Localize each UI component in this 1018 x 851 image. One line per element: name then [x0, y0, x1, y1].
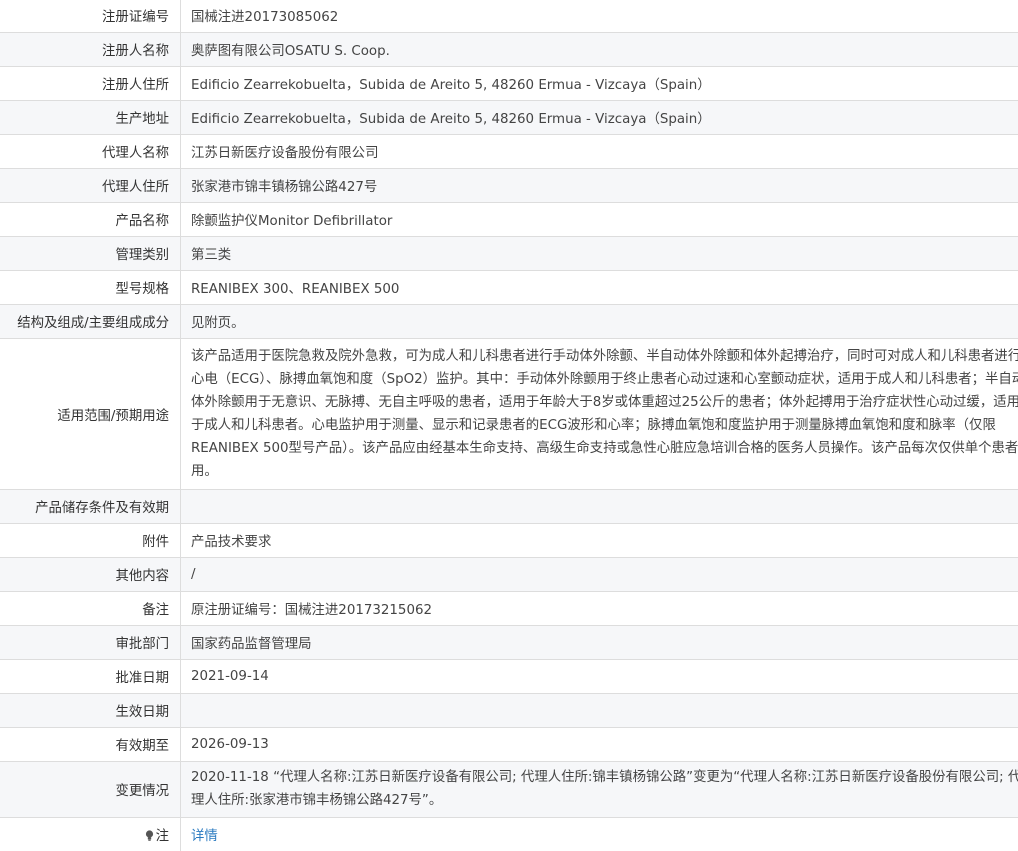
field-value: / — [181, 557, 1018, 591]
field-value: 除颤监护仪Monitor Defibrillator — [181, 202, 1018, 236]
table-row: 代理人住所 张家港市锦丰镇杨锦公路427号 — [0, 168, 1018, 202]
field-label: 产品名称 — [0, 202, 181, 236]
field-value: 2026-09-13 — [181, 727, 1018, 761]
field-value: 国械注进20173085062 — [181, 0, 1018, 32]
registration-detail-table: 注册证编号 国械注进20173085062 注册人名称 奥萨图有限公司OSATU… — [0, 0, 1018, 851]
table-row: 代理人名称 江苏日新医疗设备股份有限公司 — [0, 134, 1018, 168]
table-row: 附件 产品技术要求 — [0, 523, 1018, 557]
table-row: 变更情况 2020-11-18 “代理人名称:江苏日新医疗设备有限公司; 代理人… — [0, 761, 1018, 817]
field-label: 其他内容 — [0, 557, 181, 591]
field-label: 结构及组成/主要组成成分 — [0, 304, 181, 338]
note-value-cell: 详情 — [181, 817, 1018, 851]
table-row: 注册人住所 Edificio Zearrekobuelta，Subida de … — [0, 66, 1018, 100]
table-row: 生产地址 Edificio Zearrekobuelta，Subida de A… — [0, 100, 1018, 134]
table-row: 注册证编号 国械注进20173085062 — [0, 0, 1018, 32]
field-value: 产品技术要求 — [181, 523, 1018, 557]
field-value — [181, 489, 1018, 523]
lightbulb-icon — [145, 830, 154, 841]
note-label: 注 — [156, 829, 169, 844]
field-value — [181, 693, 1018, 727]
field-value: 江苏日新医疗设备股份有限公司 — [181, 134, 1018, 168]
table-row: 审批部门 国家药品监督管理局 — [0, 625, 1018, 659]
note-row: 注 详情 — [0, 817, 1018, 851]
field-value: 该产品适用于医院急救及院外急救，可为成人和儿科患者进行手动体外除颤、半自动体外除… — [181, 338, 1018, 489]
field-label: 注册人住所 — [0, 66, 181, 100]
field-value: 国家药品监督管理局 — [181, 625, 1018, 659]
table-row: 产品储存条件及有效期 — [0, 489, 1018, 523]
table-row: 适用范围/预期用途 该产品适用于医院急救及院外急救，可为成人和儿科患者进行手动体… — [0, 338, 1018, 489]
table-row: 管理类别 第三类 — [0, 236, 1018, 270]
field-value: 见附页。 — [181, 304, 1018, 338]
field-value: Edificio Zearrekobuelta，Subida de Areito… — [181, 100, 1018, 134]
table-row: 批准日期 2021-09-14 — [0, 659, 1018, 693]
field-value: 第三类 — [181, 236, 1018, 270]
table-row: 产品名称 除颤监护仪Monitor Defibrillator — [0, 202, 1018, 236]
field-value: 2021-09-14 — [181, 659, 1018, 693]
table-row: 生效日期 — [0, 693, 1018, 727]
field-value: Edificio Zearrekobuelta，Subida de Areito… — [181, 66, 1018, 100]
table-row: 备注 原注册证编号：国械注进20173215062 — [0, 591, 1018, 625]
details-link[interactable]: 详情 — [191, 829, 218, 844]
field-value: 奥萨图有限公司OSATU S. Coop. — [181, 32, 1018, 66]
field-label: 附件 — [0, 523, 181, 557]
field-label: 管理类别 — [0, 236, 181, 270]
field-value: 原注册证编号：国械注进20173215062 — [181, 591, 1018, 625]
field-label: 代理人名称 — [0, 134, 181, 168]
field-label: 有效期至 — [0, 727, 181, 761]
field-label: 适用范围/预期用途 — [0, 338, 181, 489]
table-row: 注册人名称 奥萨图有限公司OSATU S. Coop. — [0, 32, 1018, 66]
field-label: 备注 — [0, 591, 181, 625]
table-row: 型号规格 REANIBEX 300、REANIBEX 500 — [0, 270, 1018, 304]
field-label: 型号规格 — [0, 270, 181, 304]
table-row: 结构及组成/主要组成成分 见附页。 — [0, 304, 1018, 338]
field-label: 审批部门 — [0, 625, 181, 659]
note-label-cell: 注 — [0, 817, 181, 851]
field-label: 代理人住所 — [0, 168, 181, 202]
field-label: 注册人名称 — [0, 32, 181, 66]
table-row: 有效期至 2026-09-13 — [0, 727, 1018, 761]
field-label: 注册证编号 — [0, 0, 181, 32]
field-label: 变更情况 — [0, 761, 181, 817]
field-value: 张家港市锦丰镇杨锦公路427号 — [181, 168, 1018, 202]
field-label: 产品储存条件及有效期 — [0, 489, 181, 523]
field-label: 生效日期 — [0, 693, 181, 727]
table-row: 其他内容 / — [0, 557, 1018, 591]
field-label: 生产地址 — [0, 100, 181, 134]
field-label: 批准日期 — [0, 659, 181, 693]
field-value: 2020-11-18 “代理人名称:江苏日新医疗设备有限公司; 代理人住所:锦丰… — [181, 761, 1018, 817]
field-value: REANIBEX 300、REANIBEX 500 — [181, 270, 1018, 304]
